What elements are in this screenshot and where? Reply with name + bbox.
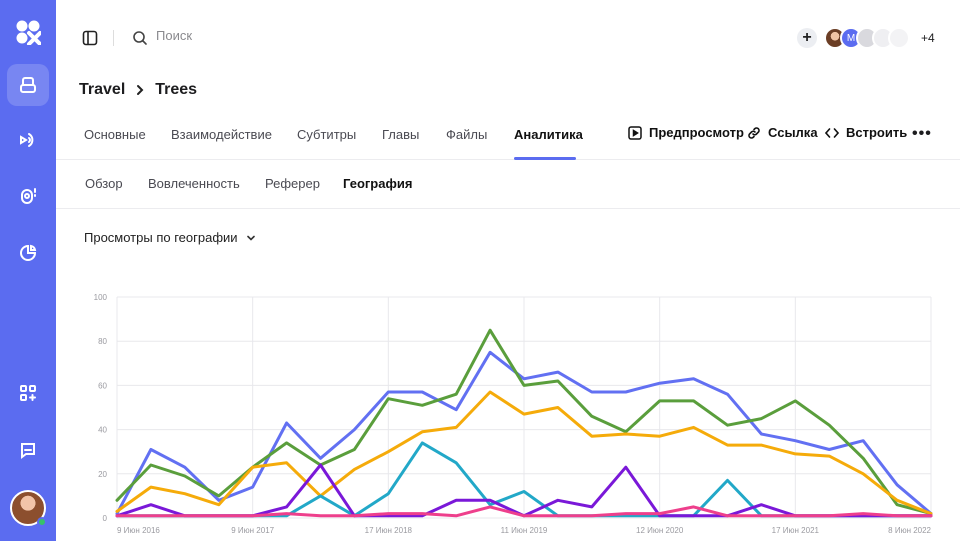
embed-button[interactable]: Встроить xyxy=(825,125,907,140)
online-status-dot xyxy=(37,517,47,527)
breadcrumb-item[interactable]: Travel xyxy=(79,81,125,99)
sidebar-item-recordings[interactable] xyxy=(7,175,49,217)
broadcast-icon xyxy=(20,133,34,147)
y-tick-label: 20 xyxy=(98,470,107,479)
y-tick-label: 100 xyxy=(94,293,108,302)
subtab-referrer[interactable]: Реферер xyxy=(265,176,320,191)
metric-dropdown[interactable]: Просмотры по географии xyxy=(84,230,256,245)
x-tick-label: 8 Июн 2022 xyxy=(888,526,931,535)
subtab-geography[interactable]: География xyxy=(343,176,412,191)
embed-label: Встроить xyxy=(846,125,908,140)
tab-analytics[interactable]: Аналитика xyxy=(514,127,583,142)
sidebar-item-analytics[interactable] xyxy=(7,232,49,274)
subtab-overview[interactable]: Обзор xyxy=(85,176,123,191)
avatar xyxy=(888,27,910,49)
chevron-right-icon xyxy=(137,85,144,95)
more-options-icon[interactable]: ••• xyxy=(912,125,932,143)
x-axis: 9 Июн 2016 9 Июн 2017 17 Июн 2018 11 Июн 20… xyxy=(117,526,932,535)
panel-toggle-icon[interactable] xyxy=(82,30,98,46)
metric-dropdown-label: Просмотры по географии xyxy=(84,230,238,245)
sidebar-item-messages[interactable] xyxy=(7,429,49,471)
tab-files[interactable]: Файлы xyxy=(446,127,487,142)
search-input[interactable] xyxy=(156,28,376,43)
subtab-engagement[interactable]: Вовлеченность xyxy=(148,176,240,191)
code-icon xyxy=(825,127,839,138)
add-apps-icon xyxy=(20,385,36,401)
y-tick-label: 40 xyxy=(98,426,107,435)
tab-interaction[interactable]: Взаимодействие xyxy=(171,127,272,142)
y-tick-label: 80 xyxy=(98,337,107,346)
main-tabs: Основные Взаимодействие Субтитры Главы Ф… xyxy=(56,113,960,160)
pie-chart-icon xyxy=(20,244,37,261)
link-button[interactable]: Ссылка xyxy=(747,125,818,140)
chart-grid xyxy=(116,296,932,519)
top-bar: + M +4 xyxy=(56,0,960,76)
y-axis: 0 20 40 60 80 100 xyxy=(94,293,108,523)
breadcrumb-item[interactable]: Trees xyxy=(155,81,197,99)
sidebar-item-library[interactable] xyxy=(7,64,49,106)
library-icon xyxy=(20,77,36,93)
tab-basic[interactable]: Основные xyxy=(84,127,146,142)
tab-subtitles[interactable]: Субтитры xyxy=(297,127,356,142)
preview-button[interactable]: Предпросмотр xyxy=(628,125,744,140)
search-icon xyxy=(133,31,147,45)
x-tick-label: 9 Июн 2017 xyxy=(231,526,274,535)
link-icon xyxy=(748,126,760,139)
divider xyxy=(113,30,114,46)
play-icon xyxy=(628,125,642,140)
chevron-down-icon xyxy=(246,235,255,241)
more-collaborators-count[interactable]: +4 xyxy=(921,31,935,45)
add-collaborator-button[interactable]: + xyxy=(797,28,817,48)
y-tick-label: 0 xyxy=(103,514,108,523)
tab-chapters[interactable]: Главы xyxy=(382,127,419,142)
recorder-icon xyxy=(21,188,36,204)
collaborator-avatars[interactable]: M xyxy=(824,27,910,49)
link-label: Ссылка xyxy=(768,125,818,140)
breadcrumb: Travel Trees xyxy=(79,81,197,99)
analytics-subtabs: Обзор Вовлеченность Реферер География xyxy=(56,160,960,209)
preview-label: Предпросмотр xyxy=(649,125,744,140)
x-tick-label: 17 Июн 2021 xyxy=(772,526,820,535)
sidebar xyxy=(0,0,56,541)
x-tick-label: 17 Июн 2018 xyxy=(365,526,413,535)
x-tick-label: 12 Июн 2020 xyxy=(636,526,684,535)
x-tick-label: 11 Июн 2019 xyxy=(501,526,548,535)
app-logo-icon[interactable] xyxy=(15,19,41,45)
sidebar-item-broadcast[interactable] xyxy=(7,119,49,161)
geography-line-chart: 0 20 40 60 80 100 9 Июн 2016 9 Июн 2017 17 Июн … xyxy=(94,293,933,535)
x-tick-label: 9 Июн 2016 xyxy=(117,526,160,535)
sidebar-item-apps[interactable] xyxy=(7,372,49,414)
y-tick-label: 60 xyxy=(98,381,107,390)
chat-icon xyxy=(21,443,35,459)
